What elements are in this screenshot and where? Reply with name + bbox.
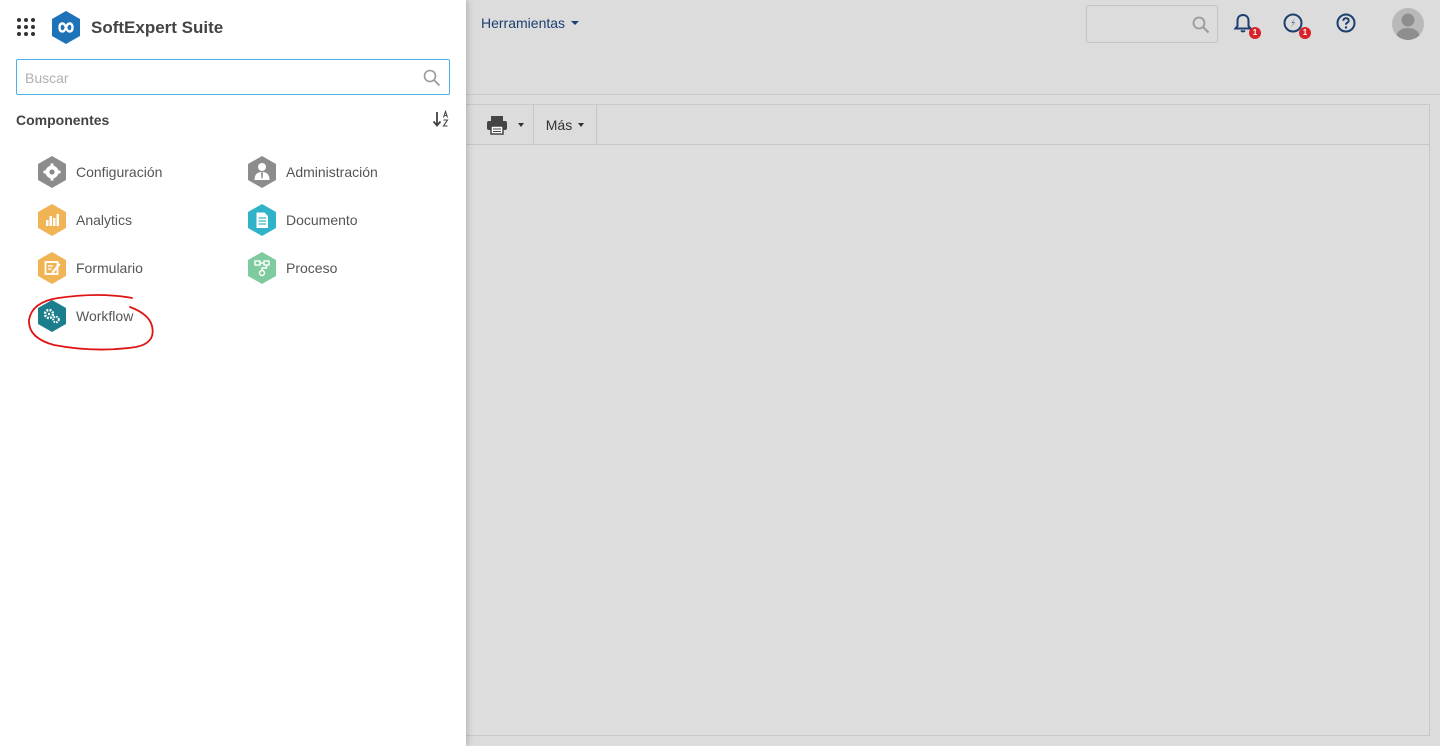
gear-icon — [37, 156, 67, 188]
component-analytics[interactable]: Analytics — [37, 204, 132, 236]
chevron-down-icon — [571, 21, 580, 25]
component-search[interactable] — [16, 59, 450, 95]
toolbar: Más — [456, 105, 1429, 145]
component-label: Analytics — [76, 212, 133, 228]
chevron-down-icon — [517, 122, 524, 127]
component-label: Administración — [286, 164, 378, 180]
workflow-gears-icon — [37, 300, 67, 332]
component-label: Formulario — [76, 260, 143, 276]
component-formulario[interactable]: Formulario — [37, 252, 143, 284]
component-administracion[interactable]: Administración — [247, 156, 378, 188]
print-button[interactable] — [476, 105, 534, 144]
component-workflow[interactable]: Workflow — [37, 300, 133, 332]
apps-grid-icon[interactable] — [17, 18, 35, 36]
component-label: Configuración — [76, 164, 163, 180]
help-icon — [1336, 13, 1356, 33]
form-edit-icon — [37, 252, 67, 284]
notifications-badge: 1 — [1249, 27, 1261, 39]
app-drawer: SoftExpert Suite Componentes Conf — [0, 0, 466, 746]
components-heading: Componentes — [16, 112, 110, 128]
component-label: Workflow — [76, 308, 134, 324]
component-documento[interactable]: Documento — [247, 204, 358, 236]
user-silhouette-icon — [1396, 13, 1420, 40]
component-configuracion[interactable]: Configuración — [37, 156, 162, 188]
bar-chart-icon — [37, 204, 67, 236]
tools-menu[interactable]: Herramientas — [481, 15, 580, 31]
component-proceso[interactable]: Proceso — [247, 252, 337, 284]
tasks-button[interactable]: 1 — [1282, 12, 1311, 39]
component-search-input[interactable] — [25, 68, 415, 88]
component-label: Documento — [286, 212, 358, 228]
search-icon — [1192, 16, 1210, 34]
admin-user-icon — [247, 156, 277, 188]
more-label: Más — [545, 116, 573, 133]
more-button[interactable]: Más — [534, 105, 597, 144]
top-search-input[interactable] — [1086, 5, 1218, 43]
chevron-down-icon — [578, 122, 585, 127]
app-title: SoftExpert Suite — [91, 18, 224, 37]
sort-az-icon[interactable] — [432, 110, 452, 128]
tasks-badge: 1 — [1299, 27, 1311, 39]
notifications-button[interactable]: 1 — [1232, 12, 1261, 39]
user-avatar[interactable] — [1392, 8, 1424, 40]
tools-menu-label: Herramientas — [481, 15, 566, 31]
component-label: Proceso — [286, 260, 338, 276]
printer-icon — [486, 115, 507, 135]
softexpert-logo-icon — [52, 11, 80, 44]
content-panel: Más — [455, 104, 1430, 736]
help-button[interactable] — [1335, 12, 1359, 36]
search-icon — [423, 69, 441, 87]
document-icon — [247, 204, 277, 236]
process-flow-icon — [247, 252, 277, 284]
